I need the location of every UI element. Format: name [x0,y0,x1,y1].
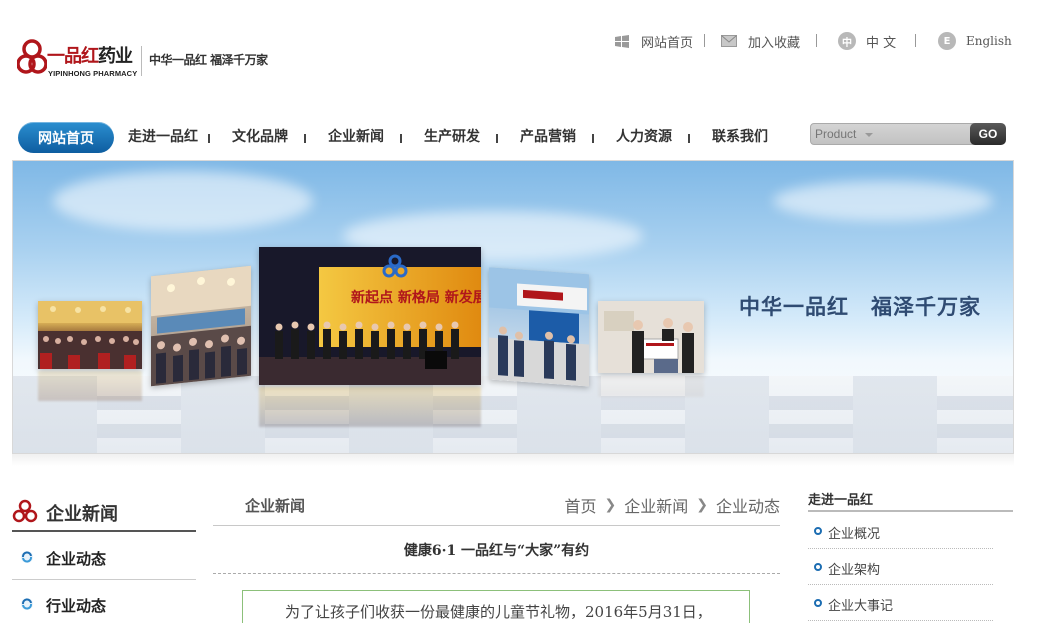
english-badge-icon: E [938,32,956,50]
right-sidebar-item-label: 企业大事记 [828,599,894,614]
left-sidebar-item-label: 行业动态 [46,597,107,615]
toplink-separator [816,34,817,47]
left-sidebar-item-company-news[interactable]: 企业动态 [12,535,196,580]
banner-cloud [53,171,313,231]
article-divider [213,573,780,574]
chevron-right-icon: ❯ [696,497,708,513]
photo-reflection [259,387,481,427]
banner-floor [13,376,1013,453]
right-sidebar-item-structure[interactable]: 企业架构 [808,549,993,585]
banner-slogan: 中华一品红 福泽千万家 [739,294,981,319]
photo-reflection [38,371,142,401]
nav-separator [304,134,306,143]
mail-icon [720,32,738,50]
circle-bullet-icon [814,599,822,607]
toplink-separator [915,34,916,47]
banner-photo-exhibition[interactable] [489,267,589,387]
refresh-bullet-icon [21,598,33,610]
logo-english-name: YIPINHONG PHARMACY [48,69,138,78]
nav-separator [496,134,498,143]
left-sidebar-header: 企业新闻 [12,496,196,532]
windows-icon [613,32,631,50]
right-sidebar-item-milestones[interactable]: 企业大事记 [808,585,993,621]
chinese-language-label: 中 文 [866,35,897,51]
banner-photo-donation[interactable] [598,301,704,373]
main-header: 企业新闻 首页 ❯ 企业新闻 ❯ 企业动态 [213,486,780,526]
left-sidebar-item-industry-news[interactable]: 行业动态 [12,582,196,623]
english-language-label: English [966,34,1012,48]
nav-item-hr[interactable]: 人力资源 [616,122,672,153]
nav-item-rnd[interactable]: 生产研发 [424,122,480,153]
nav-separator [592,134,594,143]
left-sidebar-item-label: 企业动态 [46,550,107,568]
nav-item-news[interactable]: 企业新闻 [328,122,384,153]
nav-item-marketing[interactable]: 产品营销 [520,122,576,153]
logo-mark-icon [17,39,47,74]
right-sidebar-item-label: 企业架构 [828,563,881,578]
right-sidebar-item-overview[interactable]: 企业概况 [808,513,993,549]
breadcrumb-company-news[interactable]: 企业新闻 [624,493,688,517]
chevron-right-icon: ❯ [604,497,617,513]
home-link-label: 网站首页 [641,35,694,51]
nav-item-about[interactable]: 走进一品红 [128,122,198,153]
nav-separator [688,134,690,143]
dropdown-caret-icon[interactable] [865,133,873,137]
chinese-badge-icon: 中 [838,32,856,50]
article-body-text: 为了让孩子们收获一份最健康的儿童节礼物，2016年5月31日， [285,603,712,621]
article-body-box: 为了让孩子们收获一份最健康的儿童节礼物，2016年5月31日， [242,590,750,623]
nav-home-button[interactable]: 网站首页 [18,122,114,153]
nav-item-contact[interactable]: 联系我们 [712,122,768,153]
logo-slogan: 中华一品红 福泽千万家 [149,53,268,67]
home-link[interactable]: 网站首页 [613,30,693,52]
logo-name-red: 一品红 [47,46,99,67]
site-logo[interactable]: 一品红药业 YIPINHONG PHARMACY 中华一品红 福泽千万家 [17,38,268,86]
english-language-link[interactable]: E English [938,30,1012,52]
article-title: 健康6·1 一品红与“大家”有约 [403,543,590,559]
main-nav: 网站首页 走进一品红 文化品牌 企业新闻 生产研发 产品营销 人力资源 联系我们 [18,122,788,153]
banner-photo-stage[interactable]: 新起点 新格局 新发展 [259,247,481,385]
favorite-link-label: 加入收藏 [748,35,801,51]
banner-shadow [12,454,1014,466]
favorite-link[interactable]: 加入收藏 [720,30,800,52]
chinese-language-link[interactable]: 中 中 文 [838,30,896,52]
breadcrumb-home[interactable]: 首页 [564,493,596,517]
product-search: GO [810,123,1006,145]
breadcrumb-company-updates[interactable]: 企业动态 [716,493,780,517]
banner-photo-conference[interactable] [38,301,142,369]
logo-chinese-name: 一品红药业 [47,42,133,68]
refresh-bullet-icon [21,551,33,563]
circle-bullet-icon [814,563,822,571]
main-section-title: 企业新闻 [245,497,306,515]
search-box [810,123,976,145]
right-sidebar-header: 走进一品红 [808,488,1013,512]
breadcrumb: 首页 ❯ 企业新闻 ❯ 企业动态 [564,493,780,517]
stage-banner-text: 新起点 新格局 新发展 [351,289,481,306]
top-links: 网站首页 加入收藏 中 中 文 E English [610,30,1020,52]
nav-item-culture[interactable]: 文化品牌 [232,122,288,153]
logo-name-dark: 药业 [98,46,133,67]
toplink-separator [704,34,705,47]
circle-bullet-icon [814,527,822,535]
left-sidebar-title: 企业新闻 [46,504,118,525]
hero-banner: 新起点 新格局 新发展 中华一品红 福泽千万家 [12,160,1014,454]
nav-separator [400,134,402,143]
right-sidebar-item-label: 企业概况 [828,527,881,542]
banner-cloud [773,181,993,221]
right-sidebar-title: 走进一品红 [808,493,874,508]
logo-mark-icon [12,499,38,523]
search-go-button[interactable]: GO [970,123,1006,145]
logo-divider [141,46,142,76]
nav-separator [208,134,210,143]
photo-reflection [598,375,704,397]
banner-photo-meeting[interactable] [151,265,251,387]
